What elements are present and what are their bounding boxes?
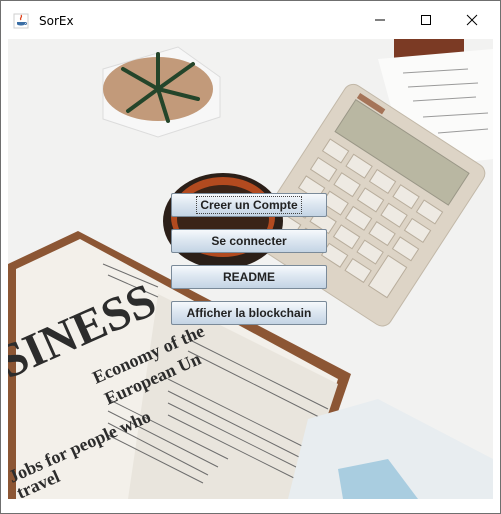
create-account-button[interactable]: Creer un Compte [171,193,327,217]
show-blockchain-label: Afficher la blockchain [186,306,312,320]
app-window: SorEx SINESS Economy of the European Un … [0,0,501,514]
title-bar[interactable]: SorEx [1,1,500,39]
show-blockchain-button[interactable]: Afficher la blockchain [171,301,327,325]
login-label: Se connecter [211,234,287,248]
login-button[interactable]: Se connecter [171,229,327,253]
maximize-icon [421,15,431,25]
readme-button[interactable]: README [171,265,327,289]
minimize-button[interactable] [357,1,403,39]
maximize-button[interactable] [403,1,449,39]
close-button[interactable] [449,1,495,39]
window-title: SorEx [39,14,74,28]
minimize-icon [375,19,385,21]
content-panel: SINESS Economy of the European Un Jobs f… [8,39,493,499]
java-cup-icon [13,13,29,29]
readme-label: README [222,270,275,284]
close-icon [466,14,478,26]
create-account-label: Creer un Compte [196,196,302,214]
